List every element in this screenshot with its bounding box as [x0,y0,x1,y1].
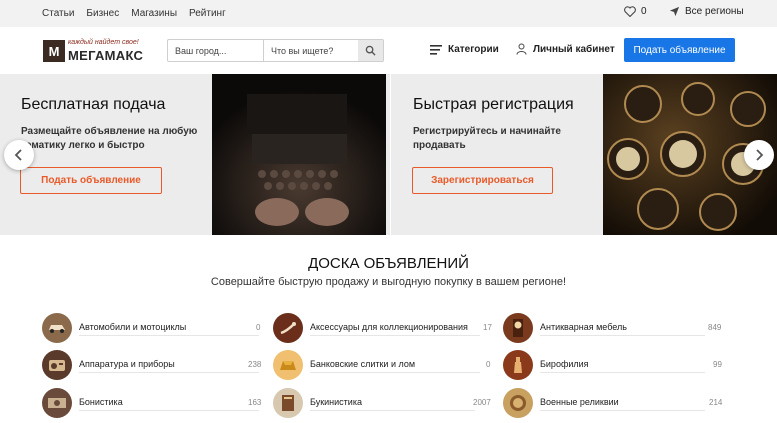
personal-cabinet-link[interactable]: Личный кабинет [516,43,615,55]
banner-quick-registration: Быстрая регистрация Регистрируйтесь и на… [391,74,777,235]
category-name: Букинистика [310,397,362,407]
beer-icon [503,350,533,380]
user-icon [516,43,527,55]
search-icon [365,45,376,56]
category-divider [540,372,705,373]
board-subtitle: Совершайте быструю продажу и выгодную по… [210,276,567,288]
board-title: ДОСКА ОБЪЯВЛЕНИЙ [308,255,469,272]
radio-icon [42,350,72,380]
banner-title: Быстрая регистрация [413,96,574,113]
book-icon [273,388,303,418]
regions-link[interactable]: Все регионы [669,6,744,17]
category-item[interactable]: Аппаратура и приборы 238 [42,349,262,381]
location-arrow-icon [669,6,680,17]
favorites-count: 0 [641,6,647,17]
carousel-prev-button[interactable] [4,140,34,170]
category-divider [540,410,705,411]
category-divider [310,335,480,336]
category-item[interactable]: Антикварная мебель 849 [503,312,725,344]
category-count: 238 [248,360,262,369]
category-name: Аппаратура и приборы [79,359,175,369]
regions-label: Все регионы [685,6,744,17]
pipe-icon [273,313,303,343]
banner-text-line1: Регистрируйтесь и начинайте [413,126,561,137]
top-nav-articles[interactable]: Статьи [42,8,74,19]
banner-post-ad-button[interactable]: Подать объявление [20,167,162,194]
category-divider [79,410,259,411]
top-nav-business[interactable]: Бизнес [86,8,119,19]
cabinet-label: Личный кабинет [533,43,615,55]
category-count: 2007 [473,398,491,407]
chevron-left-icon [14,149,22,161]
top-nav-rating[interactable]: Рейтинг [189,8,226,19]
banner-title: Бесплатная подача [21,96,166,113]
category-divider [310,410,475,411]
search-bar [167,39,384,62]
category-divider [79,335,259,336]
category-name: Бонистика [79,397,123,407]
category-item[interactable]: Бонистика 163 [42,387,262,419]
search-button[interactable] [358,40,383,61]
category-count: 17 [483,323,492,332]
category-divider [540,335,705,336]
car-icon [42,313,72,343]
category-count: 0 [256,323,261,332]
category-name: Военные реликвии [540,397,619,407]
banner-text-line2: продавать [413,140,466,151]
category-divider [79,372,259,373]
heart-icon [624,6,636,17]
clock-icon [503,313,533,343]
category-name: Аксессуары для коллекционирования [310,322,468,332]
logo[interactable]: М каждый найдет свое! МЕГАМАКС [43,39,153,63]
category-item[interactable]: Автомобили и мотоциклы 0 [42,312,262,344]
category-count: 0 [486,360,491,369]
top-nav-shops[interactable]: Магазины [131,8,177,19]
typewriter-photo [212,74,386,235]
carousel-next-button[interactable] [744,140,774,170]
chevron-right-icon [756,149,764,161]
category-item[interactable]: Военные реликвии 214 [503,387,725,419]
promo-carousel: Бесплатная подача Размещайте объявление … [0,74,777,235]
search-input[interactable] [264,40,358,61]
logo-name: МЕГАМАКС [68,48,144,63]
favorites-link[interactable]: 0 [624,6,647,17]
banknote-icon [42,388,72,418]
post-ad-button[interactable]: Подать объявление [624,38,735,62]
medal-icon [503,388,533,418]
banner-register-button[interactable]: Зарегистрироваться [412,167,553,194]
category-name: Бирофилия [540,359,589,369]
category-name: Автомобили и мотоциклы [79,322,187,332]
category-item[interactable]: Бирофилия 99 [503,349,725,381]
logo-mark: М [43,40,65,62]
banner-text-line1: Размещайте объявление на любую [21,126,198,137]
category-name: Антикварная мебель [540,322,627,332]
category-divider [310,372,480,373]
categories-label: Категории [448,44,499,55]
city-input[interactable] [168,40,264,61]
category-item[interactable]: Букинистика 2007 [273,387,493,419]
header: М каждый найдет свое! МЕГАМАКС Категории… [0,27,777,74]
banner-text-line2: тематику легко и быстро [21,140,145,151]
banner-free-posting: Бесплатная подача Размещайте объявление … [0,74,390,235]
logo-slogan: каждый найдет свое! [68,39,139,46]
top-nav: Статьи Бизнес Магазины Рейтинг [42,8,226,19]
category-count: 214 [709,398,723,407]
category-item[interactable]: Аксессуары для коллекционирования 17 [273,312,493,344]
menu-icon [430,44,442,55]
category-count: 163 [248,398,262,407]
category-name: Банковские слитки и лом [310,359,416,369]
category-count: 849 [708,323,722,332]
categories-menu[interactable]: Категории [430,44,499,55]
category-count: 99 [713,360,722,369]
category-item[interactable]: Банковские слитки и лом 0 [273,349,493,381]
gold-bar-icon [273,350,303,380]
top-bar: Статьи Бизнес Магазины Рейтинг 0 Все рег… [0,0,777,27]
